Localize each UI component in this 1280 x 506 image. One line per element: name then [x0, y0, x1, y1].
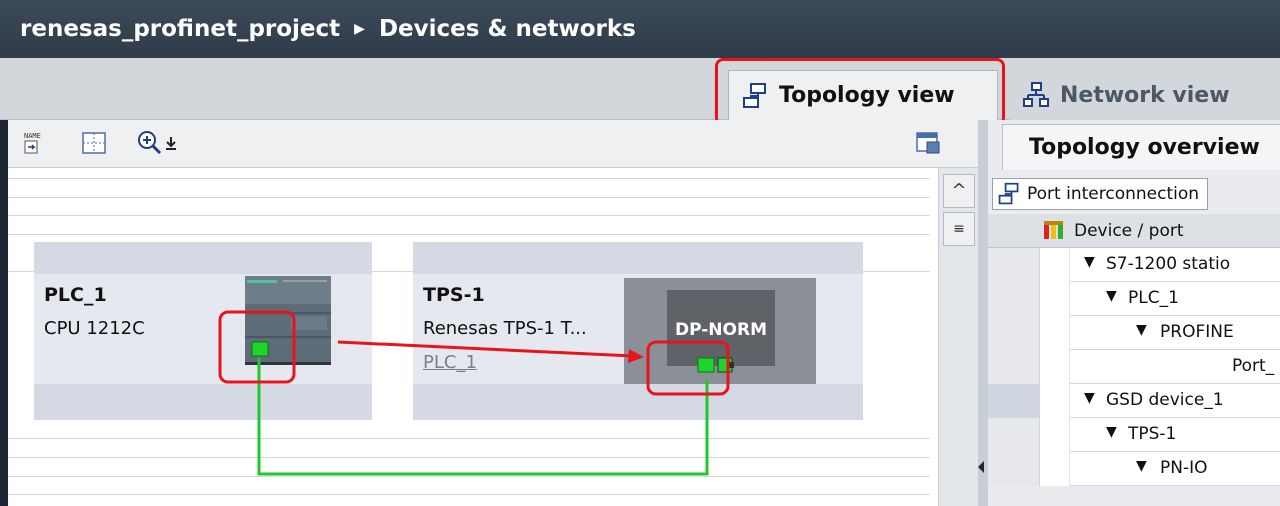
editor-toolbar: NAME — [8, 120, 978, 168]
annotation-arrow-line — [337, 340, 634, 358]
tab-network-label: Network view — [1060, 82, 1230, 108]
port-interconnection-button[interactable]: Port interconnection — [992, 178, 1209, 210]
expand-triangle-icon[interactable]: ▼ — [1136, 458, 1147, 474]
plc-port-icon[interactable] — [251, 341, 269, 357]
tps-port1-icon[interactable] — [697, 357, 715, 373]
tree-gutter — [988, 384, 1040, 418]
tree-row[interactable]: Port_ — [988, 350, 1280, 384]
expand-triangle-icon[interactable]: ▼ — [1136, 322, 1147, 338]
tree-gutter — [988, 350, 1040, 384]
tree-gutter — [1040, 384, 1070, 418]
tree-row[interactable]: ▼ TPS-1 — [988, 418, 1280, 452]
overview-toolbar: Port interconnection — [988, 174, 1280, 214]
tree-gutter — [988, 418, 1040, 452]
tree-gutter — [988, 452, 1040, 486]
tree-row-label: PN-IO — [1160, 458, 1208, 478]
breadcrumb-separator-icon: ▶ — [354, 21, 365, 37]
device-port-column-label: Device / port — [1074, 221, 1184, 241]
zoom-in-icon — [138, 131, 162, 155]
pane-splitter[interactable] — [978, 120, 988, 506]
zoom-button[interactable] — [136, 128, 178, 158]
breadcrumb-section[interactable]: Devices & networks — [379, 16, 636, 42]
tree-row[interactable]: ▼ PLC_1 — [988, 282, 1280, 316]
tree-gutter — [988, 248, 1040, 282]
name-icon: NAME — [24, 132, 41, 154]
tree-row-label: S7-1200 statio — [1106, 254, 1231, 274]
topology-overview-title[interactable]: Topology overview — [1002, 124, 1280, 170]
topology-canvas[interactable]: PLC_1 CPU 1212C TPS-1 Renesas TPS-1 T...… — [8, 168, 930, 506]
show-device-names-button[interactable]: NAME — [22, 128, 50, 158]
tree-gutter — [988, 316, 1040, 350]
overview-navigation-icon — [916, 132, 940, 154]
grid-button[interactable] — [80, 128, 108, 158]
overview-navigation-button[interactable] — [914, 128, 942, 158]
zoom-dropdown-icon[interactable] — [164, 133, 178, 153]
tree-gutter — [988, 282, 1040, 316]
port-interconnection-label: Port interconnection — [1027, 184, 1200, 204]
tree-row[interactable]: ▼ S7-1200 statio — [988, 248, 1280, 282]
tree-row-label: PROFINE — [1160, 322, 1234, 342]
tree-row[interactable]: ▼ PN-IO — [988, 452, 1280, 486]
network-icon — [1023, 82, 1049, 107]
tree-gutter — [1040, 282, 1070, 316]
tree-row[interactable]: ▼ GSD device_1 — [988, 384, 1280, 418]
tree-column-header[interactable]: Device / port — [988, 214, 1280, 248]
breadcrumb: renesas_profinet_project ▶ Devices & net… — [0, 0, 1280, 58]
diagnostics-status-icon — [1044, 221, 1063, 239]
view-tab-bar: Topology view Network view — [0, 58, 1280, 120]
tab-network-view[interactable]: Network view — [1010, 70, 1280, 120]
expand-triangle-icon[interactable]: ▼ — [1106, 424, 1117, 440]
topology-links-overlay — [218, 310, 734, 476]
tree-row-label: GSD device_1 — [1106, 390, 1224, 410]
topology-icon — [998, 182, 1019, 205]
topology-overview-pane: Topology overview Port interconnection D… — [988, 120, 1280, 506]
scroll-up-icon[interactable]: ^ — [943, 174, 975, 208]
editor-vertical-scrollbar[interactable]: ^ ≡ — [938, 168, 978, 506]
expand-triangle-icon[interactable]: ▼ — [1106, 288, 1117, 304]
tree-gutter — [1040, 248, 1070, 282]
tree-gutter — [1040, 316, 1070, 350]
expand-triangle-icon[interactable]: ▼ — [1084, 390, 1095, 406]
tree-row-label: PLC_1 — [1128, 288, 1179, 308]
tree-row-label: TPS-1 — [1128, 424, 1177, 444]
svg-text:NAME: NAME — [24, 132, 41, 140]
scroll-thumb-grip-icon[interactable]: ≡ — [943, 212, 975, 246]
tree-gutter — [1040, 350, 1070, 384]
annotation-arrow-head-icon — [628, 349, 644, 363]
tree-row-label: Port_ — [1232, 356, 1275, 376]
tree-gutter — [1040, 452, 1070, 486]
tree-row[interactable]: ▼ PROFINE — [988, 316, 1280, 350]
grid-icon — [82, 132, 106, 154]
collapse-arrow-icon[interactable] — [976, 460, 986, 474]
highlight-box-tps-port — [646, 340, 730, 396]
editor-left-border — [0, 120, 8, 506]
expand-triangle-icon[interactable]: ▼ — [1084, 254, 1095, 270]
profinet-link-line[interactable] — [257, 358, 709, 476]
highlight-box-topology-tab — [715, 58, 1005, 126]
breadcrumb-project[interactable]: renesas_profinet_project — [20, 16, 340, 42]
tree-gutter — [1040, 418, 1070, 452]
